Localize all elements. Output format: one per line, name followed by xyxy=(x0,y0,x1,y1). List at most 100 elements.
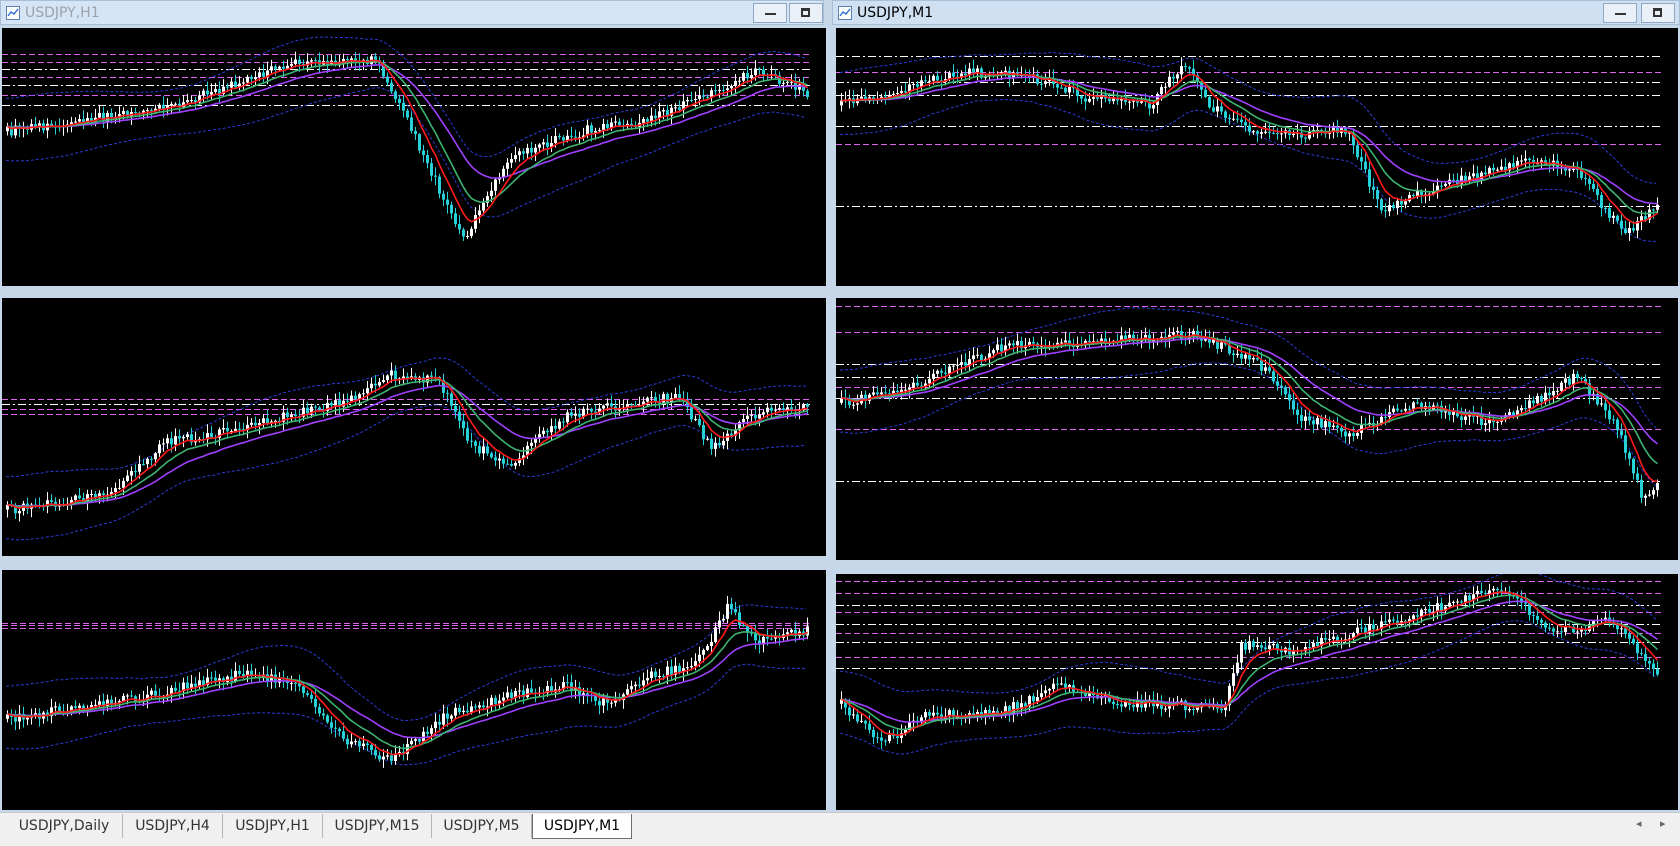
candle-body xyxy=(1300,414,1303,421)
candle-body xyxy=(1060,87,1063,89)
candle-body xyxy=(1364,161,1367,170)
chart-panel-middle-right[interactable] xyxy=(836,298,1678,560)
candle-body xyxy=(1044,81,1047,84)
candle-body xyxy=(1400,410,1403,412)
candle-body xyxy=(1356,432,1359,436)
candle-body xyxy=(1064,340,1067,343)
candle-body xyxy=(530,147,533,153)
candle-body xyxy=(346,59,349,61)
candle-body xyxy=(1312,420,1315,425)
candle-body xyxy=(1244,642,1247,650)
chart-panel-middle-left[interactable] xyxy=(2,298,826,556)
candle-body xyxy=(750,415,753,417)
candle-body xyxy=(1436,405,1439,407)
candle-body xyxy=(378,381,381,386)
candle-body xyxy=(262,418,265,423)
candle-body xyxy=(646,119,649,122)
candle-body xyxy=(698,419,701,426)
candle-body xyxy=(1180,700,1183,702)
ma-slow-line xyxy=(7,637,808,739)
candle-body xyxy=(1080,96,1083,99)
candle-body xyxy=(586,408,589,410)
candle-body xyxy=(1008,343,1011,346)
chart-window-icon xyxy=(838,6,852,20)
candle-body xyxy=(1356,627,1359,634)
minimize-icon xyxy=(765,13,776,15)
candle-body xyxy=(1392,619,1395,621)
candle-body xyxy=(614,121,617,123)
candle-body xyxy=(1424,609,1427,611)
candle-body xyxy=(1576,373,1579,378)
tab-usdjpy-h4[interactable]: USDJPY,H4 xyxy=(123,814,223,838)
candle-body xyxy=(394,91,397,100)
candle-body xyxy=(466,235,469,237)
candle-body xyxy=(1552,628,1555,632)
candle-body xyxy=(646,397,649,402)
candle-body xyxy=(442,713,445,725)
candle-body xyxy=(50,500,53,502)
tab-scroll-right-icon[interactable]: ▸ xyxy=(1660,817,1666,830)
candle-body xyxy=(226,427,229,432)
tab-scroll-left-icon[interactable]: ◂ xyxy=(1636,817,1642,830)
candle-body xyxy=(426,155,429,164)
maximize-button[interactable] xyxy=(789,3,823,23)
candle-body xyxy=(250,76,253,80)
candle-body xyxy=(928,712,931,716)
candle-body xyxy=(1088,340,1091,342)
chart-panel-top-left[interactable] xyxy=(2,28,826,286)
tab-usdjpy-daily[interactable]: USDJPY,Daily xyxy=(6,814,123,838)
candle-body xyxy=(1324,421,1327,428)
candle-body xyxy=(458,411,461,421)
tab-usdjpy-m5[interactable]: USDJPY,M5 xyxy=(432,814,532,838)
maximize-button[interactable] xyxy=(1641,3,1675,23)
candle-body xyxy=(1652,209,1655,211)
candle-body xyxy=(1296,409,1299,415)
candle-body xyxy=(570,412,573,416)
tab-usdjpy-h1[interactable]: USDJPY,H1 xyxy=(223,814,323,838)
candle-body xyxy=(390,82,393,92)
ma-slow-line xyxy=(7,63,808,179)
candle-body xyxy=(430,163,433,176)
candle-body xyxy=(502,697,505,701)
candle-body xyxy=(134,112,137,114)
candle-body xyxy=(662,110,665,112)
candle-body xyxy=(514,462,517,466)
tab-usdjpy-m15[interactable]: USDJPY,M15 xyxy=(323,814,432,838)
candle-body xyxy=(1124,335,1127,339)
candle-body xyxy=(734,81,737,86)
candle-body xyxy=(342,731,345,739)
candle-body xyxy=(1628,452,1631,459)
candle-body xyxy=(1236,118,1239,120)
candle-body xyxy=(924,80,927,82)
candle-body xyxy=(150,690,153,695)
candle-body xyxy=(888,735,891,742)
candle-body xyxy=(1292,651,1295,655)
candle-body xyxy=(1628,634,1631,639)
candle-body xyxy=(770,407,773,411)
window-titlebar-h1[interactable]: USDJPY,H1 xyxy=(0,0,824,25)
candle-body xyxy=(610,702,613,704)
chart-panel-bottom-left[interactable] xyxy=(2,570,826,810)
ma-fast-line xyxy=(7,59,808,223)
minimize-button[interactable] xyxy=(1603,3,1637,23)
window-titlebar-m1[interactable]: USDJPY,M1 xyxy=(832,0,1680,25)
candle-body xyxy=(1176,330,1179,333)
candle-body xyxy=(734,609,737,613)
candle-body xyxy=(900,91,903,94)
candle-body xyxy=(122,480,125,488)
candle-body xyxy=(806,404,809,407)
candle-body xyxy=(282,66,285,69)
candle-body xyxy=(1340,427,1343,432)
chart-panel-top-right[interactable] xyxy=(836,28,1678,286)
candle-body xyxy=(956,364,959,366)
tab-usdjpy-m1[interactable]: USDJPY,M1 xyxy=(532,814,632,839)
candle-body xyxy=(872,392,875,395)
candle-body xyxy=(1572,168,1575,170)
minimize-button[interactable] xyxy=(753,3,787,23)
candle-body xyxy=(210,433,213,438)
candle-body xyxy=(904,91,907,93)
candle-body xyxy=(230,81,233,88)
candle-body xyxy=(1648,494,1651,496)
chart-panel-bottom-right[interactable] xyxy=(836,574,1678,810)
candle-body xyxy=(1060,683,1063,685)
